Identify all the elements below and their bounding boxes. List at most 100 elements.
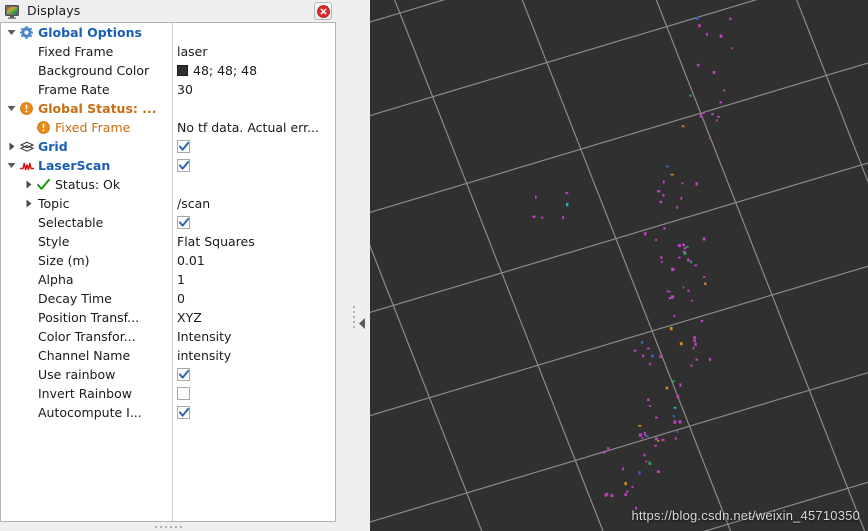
tree-row-value-cell[interactable]: laser bbox=[172, 44, 335, 59]
tree-row-value-cell[interactable]: No tf data. Actual err... bbox=[172, 120, 335, 135]
tree-row-label: Invert Rainbow bbox=[38, 386, 132, 401]
tree-row-label: Global Status: ... bbox=[38, 101, 157, 116]
tree-row-value-cell[interactable] bbox=[172, 387, 335, 400]
chevron-right-icon[interactable] bbox=[5, 142, 18, 151]
close-icon[interactable] bbox=[314, 2, 332, 20]
chevron-right-icon[interactable] bbox=[22, 180, 35, 189]
chevron-right-icon[interactable] bbox=[22, 199, 35, 208]
grid-icon bbox=[18, 141, 35, 153]
chevron-down-icon[interactable] bbox=[5, 161, 18, 170]
tree-row-frame-rate[interactable]: Frame Rate 30 bbox=[1, 80, 335, 99]
tree-row-name-cell: Use rainbow bbox=[1, 367, 172, 382]
tree-row-label: Decay Time bbox=[38, 291, 112, 306]
tree-row-value-cell[interactable]: Flat Squares bbox=[172, 234, 335, 249]
tree-row-value-text: 1 bbox=[177, 272, 185, 287]
checkbox-selectable[interactable] bbox=[177, 216, 190, 229]
laserscan-icon bbox=[18, 160, 35, 172]
tree-row-label: Color Transfor... bbox=[38, 329, 136, 344]
tree-row-alpha[interactable]: Alpha 1 bbox=[1, 270, 335, 289]
splitter-grip-dots bbox=[353, 306, 355, 328]
horizontal-splitter-handle[interactable] bbox=[0, 522, 336, 531]
checkbox-invert-rainbow[interactable] bbox=[177, 387, 190, 400]
tree-row-value-cell[interactable]: intensity bbox=[172, 348, 335, 363]
tree-row-value-cell[interactable] bbox=[172, 406, 335, 419]
tree-row-position-transformer[interactable]: Position Transf... XYZ bbox=[1, 308, 335, 327]
tree-row-value-cell[interactable] bbox=[172, 368, 335, 381]
tree-row-name-cell: Style bbox=[1, 234, 172, 249]
vertical-splitter[interactable] bbox=[348, 0, 370, 531]
tree-row-name-cell: Fixed Frame bbox=[1, 120, 172, 135]
tree-row-background-color[interactable]: Background Color 48; 48; 48 bbox=[1, 61, 335, 80]
tree-row-name-cell: Autocompute I... bbox=[1, 405, 172, 420]
tree-row-value-cell[interactable]: 0.01 bbox=[172, 253, 335, 268]
checkbox-laserscan[interactable] bbox=[177, 159, 190, 172]
tree-row-grid[interactable]: Grid bbox=[1, 137, 335, 156]
tree-row-label: Fixed Frame bbox=[55, 120, 131, 135]
tree-row-value-cell[interactable]: 30 bbox=[172, 82, 335, 97]
tree-row-value-cell[interactable]: 1 bbox=[172, 272, 335, 287]
chevron-down-icon[interactable] bbox=[5, 104, 18, 113]
tree-row-global-options[interactable]: Global Options bbox=[1, 23, 335, 42]
color-swatch[interactable] bbox=[177, 65, 188, 76]
tree-row-value-cell[interactable] bbox=[172, 140, 335, 153]
check-icon bbox=[35, 178, 52, 191]
tree-row-value-cell[interactable]: Intensity bbox=[172, 329, 335, 344]
tree-row-use-rainbow[interactable]: Use rainbow bbox=[1, 365, 335, 384]
tree-row-size-m[interactable]: Size (m) 0.01 bbox=[1, 251, 335, 270]
tree-row-name-cell: Color Transfor... bbox=[1, 329, 172, 344]
tree-row-label: Global Options bbox=[38, 25, 142, 40]
tree-row-value-text: No tf data. Actual err... bbox=[177, 120, 320, 135]
tree-row-global-status[interactable]: Global Status: ... bbox=[1, 99, 335, 118]
tree-row-value-cell[interactable]: 0 bbox=[172, 291, 335, 306]
tree-row-label: Grid bbox=[38, 139, 68, 154]
tree-row-value-cell[interactable]: 48; 48; 48 bbox=[172, 63, 335, 78]
rviz-window: Displays Global Options Fixed Frame laser B… bbox=[0, 0, 868, 531]
warning-icon bbox=[35, 121, 52, 134]
tree-row-label: Use rainbow bbox=[38, 367, 116, 382]
tree-row-label: Size (m) bbox=[38, 253, 90, 268]
tree-row-topic[interactable]: Topic/scan bbox=[1, 194, 335, 213]
tree-row-invert-rainbow[interactable]: Invert Rainbow bbox=[1, 384, 335, 403]
tree-row-value-text: Intensity bbox=[177, 329, 232, 344]
tree-row-value-text: laser bbox=[177, 44, 208, 59]
tree-row-style[interactable]: Style Flat Squares bbox=[1, 232, 335, 251]
tree-row-value-text: 0.01 bbox=[177, 253, 205, 268]
tree-row-channel-name[interactable]: Channel Name intensity bbox=[1, 346, 335, 365]
tree-row-fixed-frame[interactable]: Fixed Frame laser bbox=[1, 42, 335, 61]
tree-row-name-cell: Position Transf... bbox=[1, 310, 172, 325]
tree-row-value-cell[interactable]: /scan bbox=[172, 196, 335, 211]
warning-icon bbox=[18, 102, 35, 115]
displays-tree[interactable]: Global Options Fixed Frame laser Background… bbox=[0, 22, 336, 522]
3d-render-view[interactable]: https://blog.csdn.net/weixin_45710350 bbox=[370, 0, 868, 531]
tree-row-name-cell: Channel Name bbox=[1, 348, 172, 363]
tree-row-selectable[interactable]: Selectable bbox=[1, 213, 335, 232]
tree-row-autocompute-intensity[interactable]: Autocompute I... bbox=[1, 403, 335, 422]
tree-row-decay-time[interactable]: Decay Time 0 bbox=[1, 289, 335, 308]
display-monitor-icon bbox=[5, 4, 21, 19]
tree-row-label: Frame Rate bbox=[38, 82, 110, 97]
tree-row-name-cell: Global Options bbox=[1, 25, 172, 40]
tree-row-label: Topic bbox=[38, 196, 70, 211]
tree-row-global-status-fixed-frame[interactable]: Fixed Frame No tf data. Actual err... bbox=[1, 118, 335, 137]
tree-row-name-cell: Global Status: ... bbox=[1, 101, 172, 116]
tree-row-value-cell[interactable] bbox=[172, 159, 335, 172]
chevron-down-icon[interactable] bbox=[5, 28, 18, 37]
tree-row-name-cell: Background Color bbox=[1, 63, 172, 78]
collapse-left-arrow-icon[interactable] bbox=[359, 314, 366, 333]
tree-row-value-cell[interactable] bbox=[172, 216, 335, 229]
gear-icon bbox=[18, 26, 35, 39]
tree-row-color-transformer[interactable]: Color Transfor... Intensity bbox=[1, 327, 335, 346]
tree-row-value-text: /scan bbox=[177, 196, 211, 211]
tree-row-name-cell: Status: Ok bbox=[1, 177, 172, 192]
checkbox-autocompute-intensity[interactable] bbox=[177, 406, 190, 419]
tree-row-name-cell: Frame Rate bbox=[1, 82, 172, 97]
tree-row-laserscan[interactable]: LaserScan bbox=[1, 156, 335, 175]
checkbox-use-rainbow[interactable] bbox=[177, 368, 190, 381]
tree-row-label: Style bbox=[38, 234, 70, 249]
tree-row-value-cell[interactable]: XYZ bbox=[172, 310, 335, 325]
checkbox-grid[interactable] bbox=[177, 140, 190, 153]
tree-row-value-text: Flat Squares bbox=[177, 234, 255, 249]
tree-row-label: LaserScan bbox=[38, 158, 111, 173]
watermark-text: https://blog.csdn.net/weixin_45710350 bbox=[631, 508, 860, 523]
tree-row-status-ok[interactable]: Status: Ok bbox=[1, 175, 335, 194]
